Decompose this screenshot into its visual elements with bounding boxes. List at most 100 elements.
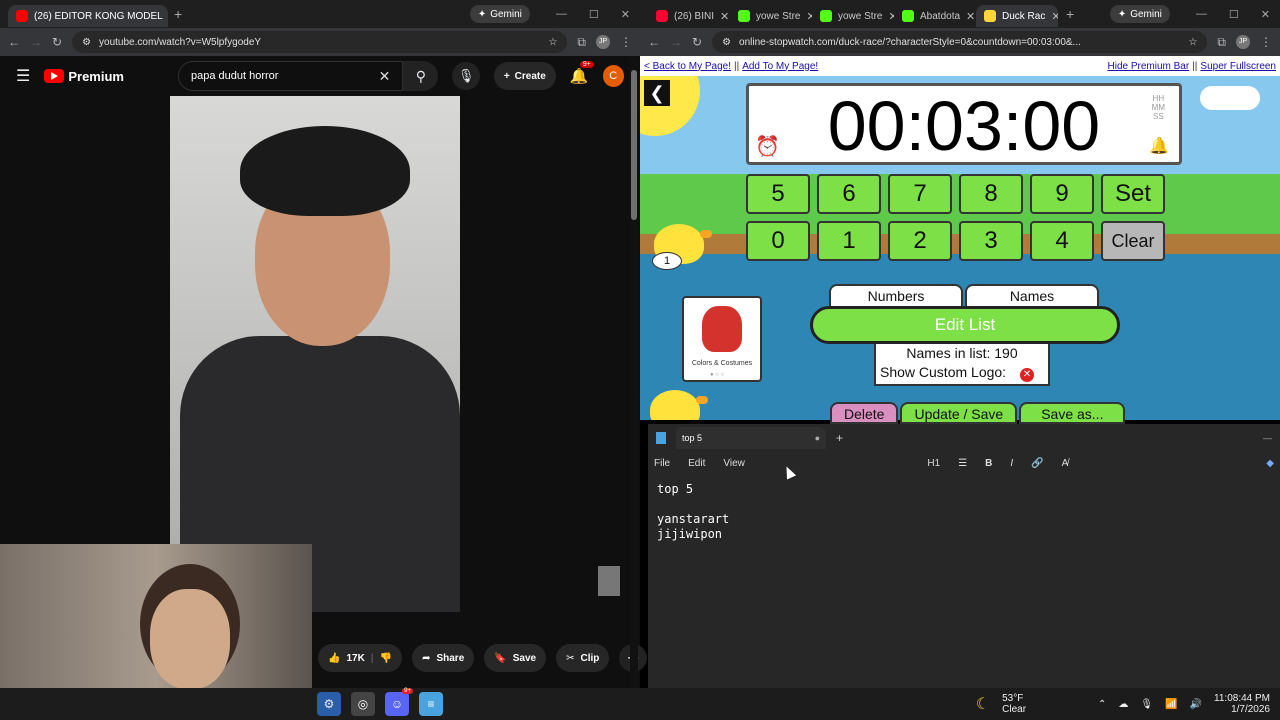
microphone-icon[interactable]: 🎙 — [1140, 699, 1153, 710]
menu-dots-icon[interactable]: ⋮ — [1260, 35, 1272, 49]
key-4[interactable]: 4 — [1030, 221, 1094, 261]
avatar[interactable]: C — [602, 65, 624, 87]
new-tab-icon[interactable]: + — [174, 6, 182, 22]
chrome-icon[interactable]: ◎ — [351, 692, 375, 716]
volume-icon[interactable]: 🔊 — [1190, 699, 1202, 710]
gemini-button[interactable]: ✦ Gemini — [469, 5, 530, 23]
search-button[interactable]: ⚲ — [403, 61, 439, 91]
set-button[interactable]: Set — [1101, 174, 1165, 214]
bookmark-star-icon[interactable]: ☆ — [548, 37, 557, 48]
tab-bini[interactable]: (26) BINI ✕ — [648, 5, 730, 27]
list-format-icon[interactable]: ☰ — [958, 458, 967, 469]
tab-yowe-2[interactable]: yowe Stre ✕ — [812, 5, 894, 27]
maximize-icon[interactable]: ☐ — [1229, 8, 1239, 21]
key-5[interactable]: 5 — [746, 174, 810, 214]
menu-edit[interactable]: Edit — [688, 458, 705, 469]
key-2[interactable]: 2 — [888, 221, 952, 261]
logo-toggle-off-icon[interactable]: ✕ — [1020, 368, 1035, 382]
share-button[interactable]: ➦ Share — [412, 644, 475, 672]
save-as-button[interactable]: Save as... — [1019, 402, 1126, 424]
back-icon[interactable]: ← — [8, 35, 20, 49]
notepad-taskbar-icon[interactable]: ≡ — [419, 692, 443, 716]
key-0[interactable]: 0 — [746, 221, 810, 261]
new-tab-icon[interactable]: + — [836, 431, 843, 445]
close-tab-icon[interactable]: ✕ — [720, 10, 729, 23]
tab-numbers[interactable]: Numbers — [829, 284, 963, 306]
extension-icon[interactable]: ⧉ — [577, 35, 586, 50]
profile-icon[interactable]: JP — [596, 35, 610, 49]
search-input[interactable]: papa dudut horror ✕ — [177, 61, 404, 91]
reload-icon[interactable]: ↻ — [52, 35, 62, 49]
maximize-icon[interactable]: ☐ — [589, 8, 599, 21]
like-button[interactable]: 👍 17K | 👎 — [318, 644, 403, 672]
bookmark-star-icon[interactable]: ☆ — [1188, 37, 1197, 48]
back-arrow-icon[interactable]: ❮ — [644, 80, 670, 106]
clip-button[interactable]: ✂ Clip — [556, 644, 610, 672]
save-button[interactable]: 🔖 Save — [484, 644, 547, 672]
minimize-icon[interactable]: — — [1196, 8, 1207, 20]
tab-yowe-1[interactable]: yowe Stre ✕ — [730, 5, 812, 27]
italic-icon[interactable]: I — [1010, 458, 1013, 469]
url-field[interactable]: ⚙ youtube.com/watch?v=W5lpfygodeY ☆ — [72, 31, 568, 53]
add-to-page-link[interactable]: Add To My Page! — [742, 61, 818, 72]
copilot-icon[interactable]: ◆ — [1266, 458, 1274, 469]
tab-names[interactable]: Names — [965, 284, 1099, 306]
create-button[interactable]: + Create — [493, 62, 556, 90]
bold-icon[interactable]: B — [985, 458, 992, 469]
chevron-up-icon[interactable]: ⌃ — [1098, 699, 1106, 710]
profile-icon[interactable]: JP — [1236, 35, 1250, 49]
wifi-icon[interactable]: 📶 — [1165, 699, 1177, 710]
tab-duck-race[interactable]: Duck Rac ✕ — [976, 5, 1058, 27]
back-to-page-link[interactable]: < Back to My Page! — [644, 61, 731, 72]
sound-bell-icon[interactable]: 🔔 — [1149, 138, 1169, 156]
notepad-text-area[interactable]: top 5 yanstarart jijiwipon — [657, 482, 729, 542]
clock[interactable]: 11:08:44 PM 1/7/2026 — [1214, 693, 1270, 715]
key-8[interactable]: 8 — [959, 174, 1023, 214]
super-fullscreen-link[interactable]: Super Fullscreen — [1200, 61, 1276, 72]
hamburger-menu-icon[interactable]: ☰ — [16, 66, 30, 86]
forward-icon[interactable]: → — [670, 35, 682, 49]
link-icon[interactable]: 🔗 — [1031, 458, 1043, 469]
youtube-scrollbar[interactable] — [630, 60, 638, 688]
youtube-logo[interactable]: Premium — [44, 69, 124, 84]
thumbs-down-icon[interactable]: 👎 — [380, 653, 392, 664]
alarm-clock-icon[interactable]: ⏰ — [755, 136, 780, 158]
tab-youtube[interactable]: (26) EDITOR KONG MODEL ✕ — [8, 5, 168, 27]
tab-abatdota[interactable]: Abatdota ✕ — [894, 5, 976, 27]
menu-dots-icon[interactable]: ⋮ — [620, 35, 632, 49]
key-9[interactable]: 9 — [1030, 174, 1094, 214]
voice-search-button[interactable]: 🎙 — [452, 62, 480, 90]
key-3[interactable]: 3 — [959, 221, 1023, 261]
clear-format-icon[interactable]: A̸ — [1062, 458, 1069, 469]
cloud-icon[interactable]: ☁ — [1118, 699, 1128, 710]
update-save-button[interactable]: Update / Save — [900, 402, 1018, 424]
delete-button[interactable]: Delete — [830, 402, 899, 424]
close-window-icon[interactable]: ✕ — [621, 8, 630, 21]
hide-premium-bar-link[interactable]: Hide Premium Bar — [1108, 61, 1190, 72]
reload-icon[interactable]: ↻ — [692, 35, 702, 49]
url-field[interactable]: ⚙ online-stopwatch.com/duck-race/?charact… — [712, 31, 1208, 53]
notifications-button[interactable]: 🔔 9+ — [570, 60, 594, 86]
channel-thumbnail[interactable] — [598, 566, 620, 596]
key-6[interactable]: 6 — [817, 174, 881, 214]
back-icon[interactable]: ← — [648, 35, 660, 49]
unsaved-dot-icon[interactable]: ● — [815, 433, 820, 443]
key-7[interactable]: 7 — [888, 174, 952, 214]
menu-view[interactable]: View — [723, 458, 745, 469]
video-player[interactable] — [170, 96, 460, 612]
gemini-button[interactable]: ✦ Gemini — [1109, 5, 1170, 23]
menu-file[interactable]: File — [654, 458, 670, 469]
clear-button[interactable]: Clear — [1101, 221, 1165, 261]
clear-search-icon[interactable]: ✕ — [379, 68, 391, 85]
close-window-icon[interactable]: ✕ — [1261, 8, 1270, 21]
key-1[interactable]: 1 — [817, 221, 881, 261]
discord-icon[interactable]: ☺ 9+ — [385, 688, 413, 716]
new-tab-icon[interactable]: + — [1066, 6, 1074, 22]
forward-icon[interactable]: → — [30, 35, 42, 49]
notepad-tab[interactable]: top 5 ● — [676, 427, 826, 449]
steam-icon[interactable]: ⚙ — [317, 692, 341, 716]
carousel-dots[interactable]: ● ○ ○ — [710, 372, 724, 378]
extension-icon[interactable]: ⧉ — [1217, 35, 1226, 50]
minimize-icon[interactable]: — — [556, 8, 567, 20]
close-tab-icon[interactable]: ✕ — [1051, 10, 1058, 23]
